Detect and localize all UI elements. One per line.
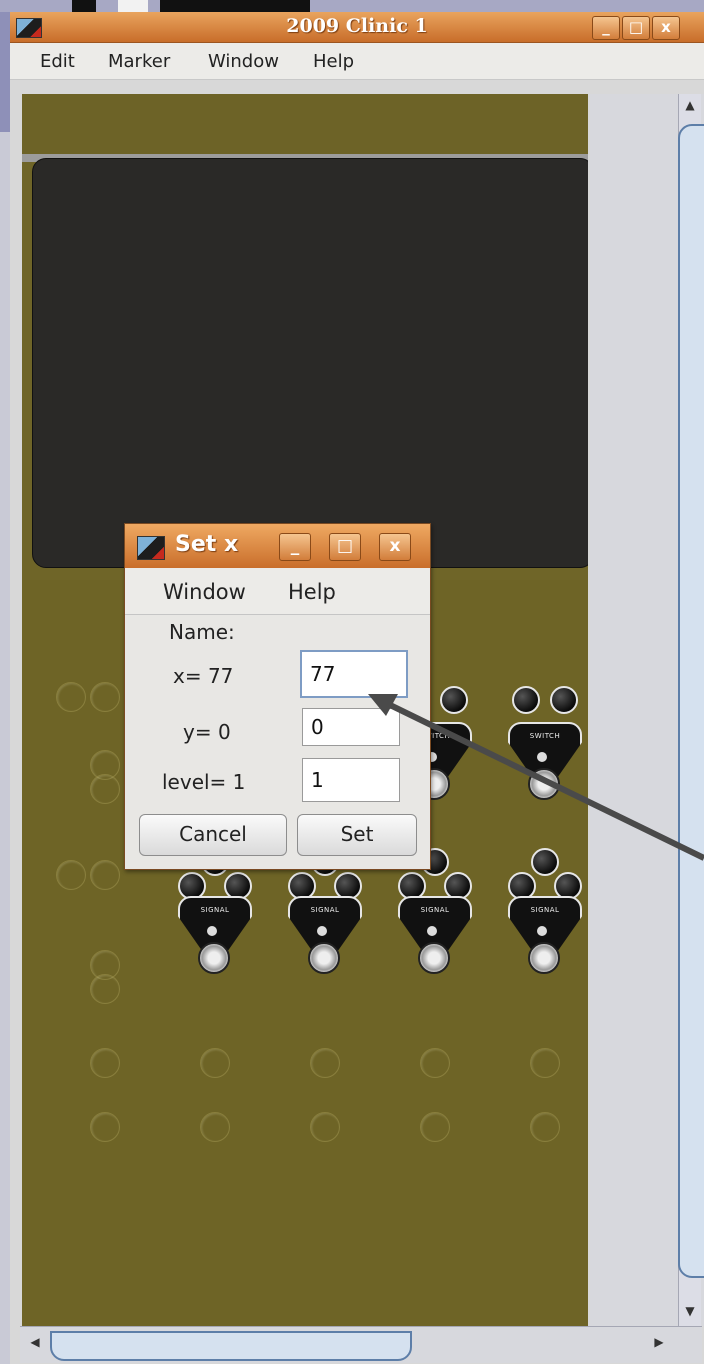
pointer-arrow-icon [368, 694, 704, 861]
